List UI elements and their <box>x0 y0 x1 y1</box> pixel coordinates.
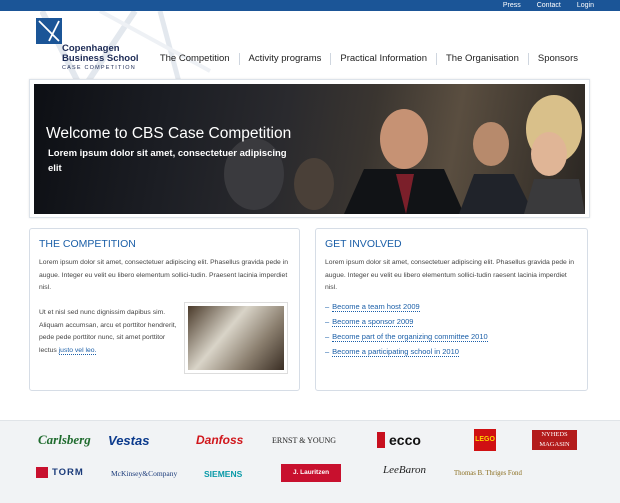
nav-the-organisation[interactable]: The Organisation <box>435 53 528 65</box>
cbs-logo[interactable]: Copenhagen Business School CASE COMPETIT… <box>36 18 186 78</box>
nav-the-competition[interactable]: The Competition <box>151 53 239 65</box>
sponsor-leebaron[interactable]: LeeBaron <box>383 464 426 476</box>
sponsor-link[interactable]: Become a sponsor 2009 <box>332 317 414 327</box>
list-item: – Become a team host 2009 <box>325 299 488 314</box>
sponsor-torm[interactable]: TORM <box>36 467 84 478</box>
competition-photo <box>184 302 288 374</box>
competition-text-2: Ut et nisl sed nunc dignissim dapibus si… <box>39 307 177 357</box>
sponsor-strip: Carlsberg Vestas Danfoss ERNST & YOUNG e… <box>0 420 620 503</box>
sponsor-lego[interactable]: LEGO <box>474 429 496 451</box>
list-item: – Become part of the organizing committee… <box>325 329 488 344</box>
sponsor-ecco[interactable]: ecco <box>377 432 421 448</box>
nav-sponsors[interactable]: Sponsors <box>527 53 587 65</box>
competition-text: Lorem ipsum dolor sit amet, consectetuer… <box>39 259 288 291</box>
involved-links: – Become a team host 2009 – Become a spons… <box>325 299 488 359</box>
sponsor-ernst-young[interactable]: ERNST & YOUNG <box>272 436 336 445</box>
hero-title: Welcome to CBS Case Competition <box>46 125 292 142</box>
sponsor-nyhedsmagasin[interactable]: NYHEDS MAGASIN <box>532 430 577 450</box>
sponsor-mckinsey[interactable]: McKinsey&Company <box>111 469 177 478</box>
logo-mark-icon <box>36 18 62 44</box>
involved-heading: GET INVOLVED <box>325 238 402 250</box>
logo-line-2: Business School <box>62 53 139 64</box>
list-item: – Become a participating school in 2010 <box>325 344 488 359</box>
contact-link[interactable]: Contact <box>537 0 561 11</box>
involved-text: Lorem ipsum dolor sit amet, consectetuer… <box>325 259 574 291</box>
dash-icon: – <box>325 317 330 326</box>
get-involved-card: GET INVOLVED Lorem ipsum dolor sit amet,… <box>315 228 588 391</box>
sponsor-thriges-fond[interactable]: Thomas B. Thriges Fond <box>454 470 522 477</box>
utility-nav: Press Contact Login <box>503 0 594 11</box>
sponsor-carlsberg[interactable]: Carlsberg <box>38 432 91 448</box>
nav-activity-programs[interactable]: Activity programs <box>238 53 331 65</box>
press-link[interactable]: Press <box>503 0 521 11</box>
committee-link[interactable]: Become part of the organizing committee … <box>332 332 488 342</box>
justo-link[interactable]: justo vel leo. <box>58 346 97 355</box>
dash-icon: – <box>325 347 330 356</box>
sponsor-j-lauritzen[interactable]: J. Lauritzen <box>281 464 341 482</box>
list-item: – Become a sponsor 2009 <box>325 314 488 329</box>
nav-practical-information[interactable]: Practical Information <box>330 53 436 65</box>
sponsor-danfoss[interactable]: Danfoss <box>196 433 243 447</box>
dash-icon: – <box>325 302 330 311</box>
sponsor-vestas[interactable]: Vestas <box>108 433 149 448</box>
hero-subtitle: Lorem ipsum dolor sit amet, consectetuer… <box>48 148 287 174</box>
sponsor-siemens[interactable]: SIEMENS <box>204 469 242 479</box>
login-link[interactable]: Login <box>577 0 594 11</box>
competition-card: THE COMPETITION Lorem ipsum dolor sit am… <box>29 228 300 391</box>
school-link[interactable]: Become a participating school in 2010 <box>332 347 459 357</box>
main-nav: The Competition Activity programs Practi… <box>151 53 587 65</box>
dash-icon: – <box>325 332 330 341</box>
logo-line-3: CASE COMPETITION <box>62 65 136 71</box>
competition-heading: THE COMPETITION <box>39 238 136 250</box>
hero-banner: Welcome to CBS Case Competition Lorem ip… <box>29 79 590 218</box>
hero-image: Welcome to CBS Case Competition Lorem ip… <box>34 84 585 214</box>
competition-photo-image <box>188 306 284 370</box>
team-host-link[interactable]: Become a team host 2009 <box>332 302 420 312</box>
